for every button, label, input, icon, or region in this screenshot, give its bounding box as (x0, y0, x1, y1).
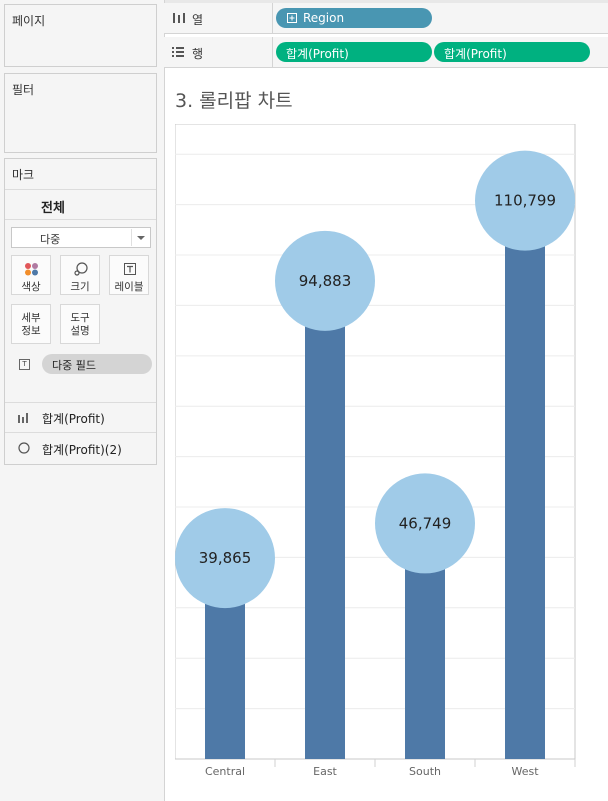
filters-card[interactable]: 필터 (4, 73, 157, 153)
data-label: 94,883 (299, 272, 352, 290)
measure-names-field-label: 다중 필드 (52, 359, 96, 372)
data-label: 39,865 (199, 549, 252, 567)
sheet-title: 3. 롤리팝 차트 (175, 90, 293, 112)
profit-pill-1-label: 합계(Profit) (286, 47, 349, 61)
data-label: 110,799 (494, 192, 556, 210)
tooltip-button[interactable]: 도구 설명 (60, 304, 100, 344)
left-panel: 페이지 필터 마크 전체 다중 색상 크기 레이블 세부 정보 도구 설명 T … (0, 0, 165, 801)
size-button-label: 크기 (70, 281, 90, 293)
x-tick-labels: Central East South West (205, 759, 576, 778)
text-label-icon (124, 263, 136, 275)
x-tick-label: East (313, 765, 337, 778)
tooltip-button-label-line1: 도구 (70, 312, 90, 324)
label-button[interactable]: 레이블 (109, 255, 149, 295)
bars-layer (205, 200, 545, 759)
columns-shelf-header: 열 (164, 3, 273, 33)
mark-type-value: 다중 (40, 233, 61, 246)
marks-card-title: 마크 (12, 168, 35, 182)
size-button[interactable]: 크기 (60, 255, 100, 295)
profit-pill-2[interactable]: 합계(Profit) (434, 42, 590, 62)
rows-icon (172, 47, 184, 57)
marks-card: 마크 전체 다중 색상 크기 레이블 세부 정보 도구 설명 T 다중 필드 합… (4, 158, 157, 465)
bar-chart-icon (18, 413, 28, 423)
rows-shelf: 행 합계(Profit) 합계(Profit) (164, 37, 608, 68)
divider (5, 432, 156, 433)
marks-all-tab[interactable]: 전체 (5, 189, 156, 220)
label-button-label: 레이블 (114, 281, 144, 293)
mark-type-dropdown[interactable]: 다중 (11, 227, 151, 248)
pages-card-title: 페이지 (12, 14, 46, 28)
rows-shelf-label: 행 (192, 47, 204, 61)
color-button[interactable]: 색상 (11, 255, 51, 295)
x-tick-label: Central (205, 765, 245, 778)
x-tick-label: West (511, 765, 539, 778)
detail-button-label-line1: 세부 (21, 312, 41, 324)
measure-circle-label: 합계(Profit)(2) (42, 443, 122, 457)
detail-button-label-line2: 정보 (21, 325, 41, 337)
measure-bar-label: 합계(Profit) (42, 412, 105, 426)
bar[interactable] (505, 200, 545, 759)
circle-icon (18, 442, 30, 454)
rows-shelf-header: 행 (164, 37, 273, 67)
color-button-label: 색상 (21, 281, 41, 293)
profit-pill-1[interactable]: 합계(Profit) (276, 42, 432, 62)
columns-shelf: 열 Region (164, 3, 608, 34)
region-pill[interactable]: Region (276, 8, 432, 28)
region-pill-label: Region (303, 11, 345, 25)
tooltip-button-label-line2: 설명 (70, 325, 90, 337)
bar[interactable] (305, 280, 345, 759)
data-label: 46,749 (399, 514, 452, 532)
marks-all-label: 전체 (41, 201, 65, 216)
text-field-icon: T (19, 359, 30, 370)
color-palette-icon (25, 263, 38, 276)
divider (5, 402, 156, 403)
expand-icon (287, 13, 297, 23)
size-icon (74, 262, 88, 276)
columns-icon (173, 13, 185, 23)
pages-card[interactable]: 페이지 (4, 4, 157, 67)
filters-card-title: 필터 (12, 83, 35, 97)
detail-button[interactable]: 세부 정보 (11, 304, 51, 344)
measure-names-field-pill[interactable]: 다중 필드 (42, 354, 152, 374)
lollipop-chart[interactable]: 39,865 94,883 46,749 110,799 Central East Sou… (175, 124, 576, 784)
x-tick-label: South (409, 765, 441, 778)
profit-pill-2-label: 합계(Profit) (444, 47, 507, 61)
columns-shelf-label: 열 (192, 13, 204, 27)
chevron-down-icon[interactable] (131, 229, 149, 246)
